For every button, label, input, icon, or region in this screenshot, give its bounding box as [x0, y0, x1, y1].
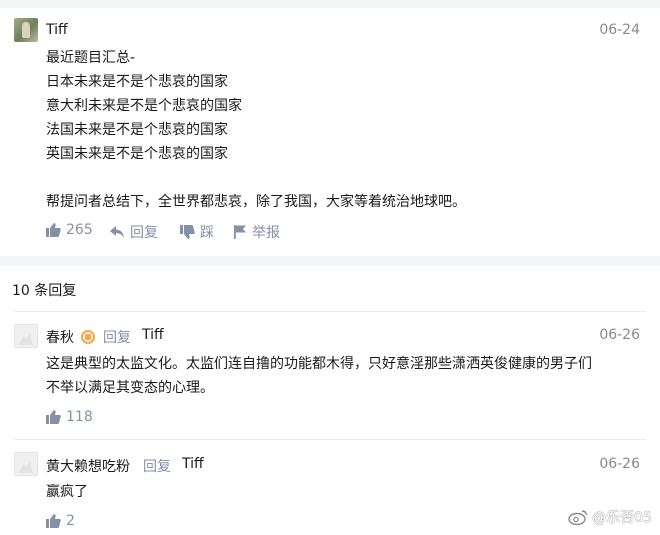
weibo-logo-icon	[568, 510, 588, 525]
reply-arrow-icon	[110, 225, 124, 238]
comment-text-line: 意大利未来是不是个悲哀的国家	[46, 98, 242, 114]
top-separator	[0, 0, 660, 8]
reply-date: 06-26	[599, 456, 640, 472]
thumbs-up-icon	[46, 223, 61, 237]
reply-author[interactable]: 黄大赖想吃粉	[46, 456, 130, 476]
divider	[14, 439, 646, 440]
dislike-label: 踩	[200, 225, 214, 241]
like-count: 118	[66, 409, 93, 425]
reply-label: 回复	[130, 225, 158, 241]
like-button[interactable]: 118	[46, 409, 93, 425]
reply-tag: 回复	[103, 330, 131, 346]
comment-text-line: 英国未来是不是个悲哀的国家	[46, 146, 228, 162]
reply-author[interactable]: 春秋	[46, 327, 74, 347]
reply-text-line: 这是典型的太监文化。太监们连自撸的功能都木得，只好意淫那些潇洒英俊健康的男子们	[46, 356, 592, 372]
reply-target-user[interactable]: Tiff	[182, 456, 204, 472]
reply-date: 06-26	[599, 327, 640, 343]
thumbs-down-icon	[180, 225, 195, 239]
comment-date: 06-24	[599, 22, 640, 38]
like-count: 2	[66, 513, 75, 529]
weibo-watermark: @乐否05	[568, 507, 652, 527]
flag-icon	[234, 225, 246, 239]
report-label: 举报	[252, 225, 280, 241]
comment-author[interactable]: Tiff	[46, 22, 68, 38]
reply-text-line: 赢疯了	[46, 484, 88, 500]
vip-badge-icon	[81, 330, 95, 344]
dislike-button[interactable]: 踩	[180, 222, 214, 242]
avatar[interactable]	[14, 18, 38, 42]
comment-text-line: 帮提问者总结下，全世界都悲哀，除了我国，大家等着统治地球吧。	[46, 194, 466, 210]
like-button[interactable]: 265	[46, 222, 93, 238]
like-count: 265	[66, 222, 93, 238]
like-button[interactable]: 2	[46, 513, 75, 529]
avatar[interactable]	[14, 452, 38, 476]
reply-target-user[interactable]: Tiff	[142, 327, 164, 343]
comment-text-line: 法国未来是不是个悲哀的国家	[46, 122, 228, 138]
comment-text-line: 日本未来是不是个悲哀的国家	[46, 74, 228, 90]
watermark-text: @乐否05	[592, 510, 652, 526]
thumbs-up-icon	[46, 514, 61, 528]
reply-text-line: 不举以满足其变态的心理。	[46, 380, 214, 396]
comment-text-line: 最近题目汇总-	[46, 50, 136, 66]
report-button[interactable]: 举报	[234, 222, 280, 242]
reply-count: 10 条回复	[12, 283, 77, 299]
thumbs-up-icon	[46, 410, 61, 424]
reply-tag: 回复	[143, 459, 171, 475]
reply-button[interactable]: 回复	[110, 222, 158, 242]
avatar[interactable]	[14, 324, 38, 348]
section-separator	[0, 256, 660, 266]
divider	[14, 311, 646, 312]
